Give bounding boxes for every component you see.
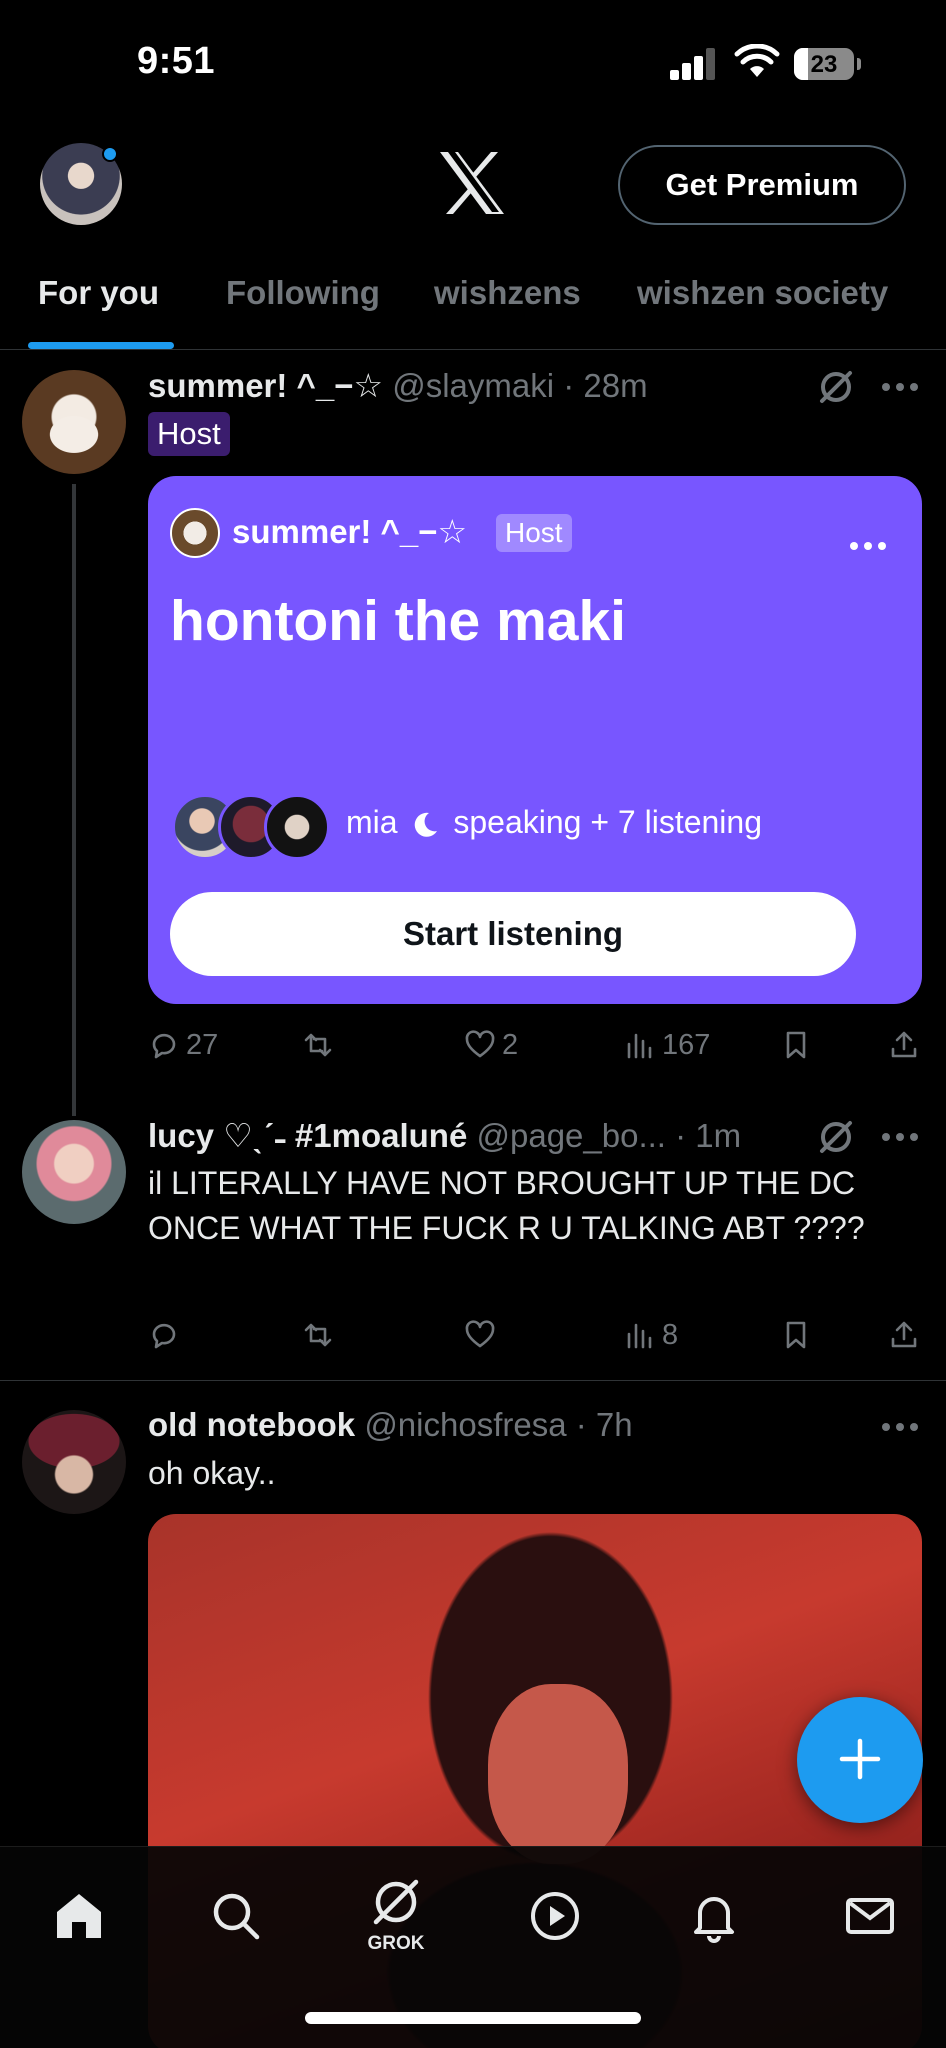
compose-post-button[interactable] (797, 1697, 923, 1823)
bookmark-button[interactable] (780, 1313, 812, 1357)
get-premium-button[interactable]: Get Premium (618, 145, 906, 225)
cellular-signal-icon (670, 48, 716, 80)
reply-button[interactable] (148, 1313, 180, 1357)
post-handle-time[interactable]: @slaymaki · 28m (392, 367, 647, 404)
active-tab-indicator (28, 342, 174, 349)
space-speaker-name: mia (346, 804, 398, 840)
tab-for-you[interactable]: For you (38, 274, 159, 312)
timeline-tabs: For you Following wishzens wishzen socie… (0, 262, 946, 350)
share-icon (891, 1321, 917, 1348)
views-icon (627, 1033, 652, 1059)
start-listening-button[interactable]: Start listening (170, 892, 856, 976)
post-author-name[interactable]: summer! ^_−☆ (148, 367, 383, 404)
search-icon (213, 1893, 260, 1940)
participant-avatar (264, 794, 330, 860)
status-time: 9:51 (137, 40, 216, 82)
notification-dot (102, 146, 118, 162)
tab-wishzen-society[interactable]: wishzen society (637, 274, 888, 312)
host-badge: Host (148, 412, 230, 456)
repost-button[interactable] (302, 1313, 334, 1357)
battery-icon: 23 (794, 48, 854, 80)
moon-icon (415, 812, 438, 837)
views-button[interactable]: 8 (624, 1313, 678, 1357)
space-host-name: summer! ^_−☆ (232, 513, 468, 550)
reply-icon (152, 1323, 176, 1349)
post-header: lucy ♡ˎˊ˗ #1moaluné @page_bo... · 1m (148, 1116, 741, 1155)
post-divider (0, 1380, 946, 1381)
post-actions: 27 2 167 (148, 1023, 928, 1067)
grok-icon[interactable] (816, 1117, 856, 1157)
space-more-icon[interactable] (850, 542, 886, 552)
like-button[interactable] (464, 1313, 496, 1357)
post-handle-time[interactable]: @page_bo... · 1m (477, 1117, 742, 1154)
share-button[interactable] (888, 1023, 920, 1067)
plus-icon (839, 1738, 881, 1779)
x-logo-icon[interactable] (438, 150, 506, 216)
play-icon (531, 1892, 579, 1940)
reply-button[interactable]: 27 (148, 1023, 218, 1067)
reply-count: 27 (186, 1028, 219, 1061)
tab-wishzens[interactable]: wishzens (434, 274, 581, 312)
space-title: hontoni the maki (170, 589, 626, 653)
views-button[interactable]: 167 (624, 1023, 710, 1067)
nav-video[interactable] (520, 1881, 590, 1951)
grok-icon (373, 1879, 419, 1925)
thread-line (72, 484, 76, 1116)
grok-icon[interactable] (816, 367, 856, 407)
post-author-name[interactable]: old notebook (148, 1406, 355, 1443)
view-count: 167 (662, 1028, 711, 1061)
share-button[interactable] (888, 1313, 920, 1357)
space-host-avatar (170, 508, 220, 558)
post-header: summer! ^_−☆ @slaymaki · 28m (148, 366, 648, 405)
post-author-name[interactable]: lucy ♡ˎˊ˗ #1moaluné (148, 1117, 467, 1154)
nav-notifications[interactable] (679, 1881, 749, 1951)
post-avatar-lucy[interactable] (22, 1120, 126, 1224)
more-options-icon[interactable] (882, 1133, 918, 1143)
status-bar: 9:51 23 (0, 0, 946, 120)
bell-icon (694, 1897, 734, 1943)
post-handle-time[interactable]: @nichosfresa · 7h (364, 1406, 632, 1443)
space-card[interactable]: summer! ^_−☆ Host hontoni the maki mia s… (148, 476, 922, 1004)
space-speaking-status: mia speaking + 7 listening (346, 804, 762, 841)
bookmark-button[interactable] (780, 1023, 812, 1067)
heart-icon (465, 1030, 495, 1058)
home-indicator (305, 2012, 641, 2024)
post-avatar-summer[interactable] (22, 370, 126, 474)
post-text: oh okay.. (148, 1455, 276, 1491)
more-options-icon[interactable] (882, 1423, 918, 1433)
more-options-icon[interactable] (882, 383, 918, 393)
media-subject (488, 1684, 628, 1864)
grok-label: GROK (367, 1933, 425, 1954)
views-icon (627, 1323, 652, 1349)
battery-cap (857, 58, 861, 70)
repost-icon (304, 1323, 332, 1347)
nav-search[interactable] (201, 1881, 271, 1951)
like-button[interactable]: 2 (464, 1023, 518, 1067)
bookmark-icon (786, 1031, 806, 1059)
nav-messages[interactable] (835, 1881, 905, 1951)
post-text: il LITERALLY HAVE NOT BROUGHT UP THE DC … (148, 1165, 865, 1246)
battery-percent: 23 (810, 51, 838, 78)
space-host-badge: Host (496, 514, 572, 552)
reply-icon (152, 1033, 176, 1059)
bookmark-icon (786, 1321, 806, 1349)
repost-icon (304, 1033, 332, 1057)
nav-grok[interactable]: GROK (361, 1867, 431, 1954)
share-icon (891, 1031, 917, 1058)
wifi-icon (734, 44, 780, 77)
nav-home[interactable] (44, 1881, 114, 1951)
home-icon (57, 1894, 101, 1938)
post-header: old notebook @nichosfresa · 7h (148, 1406, 633, 1444)
space-participant-avatars (172, 794, 332, 860)
tab-following[interactable]: Following (226, 274, 380, 312)
space-listener-count: speaking + 7 listening (453, 804, 762, 840)
mail-icon (846, 1898, 894, 1934)
like-count: 2 (502, 1028, 519, 1061)
repost-button[interactable] (302, 1023, 334, 1067)
view-count: 8 (662, 1318, 679, 1351)
heart-icon (465, 1320, 495, 1348)
post-avatar-old-notebook[interactable] (22, 1410, 126, 1514)
post-actions: 8 (148, 1313, 928, 1357)
